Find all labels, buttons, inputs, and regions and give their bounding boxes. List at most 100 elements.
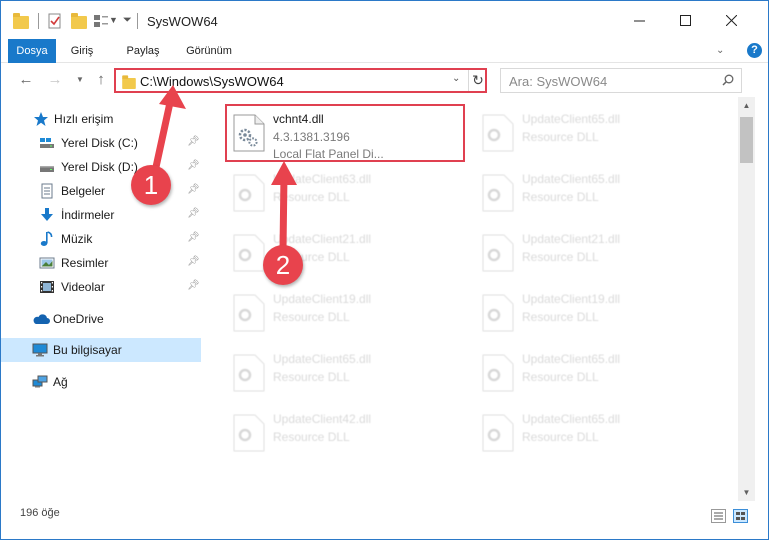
nav-label: Yerel Disk (C:): [61, 136, 138, 150]
tab-home[interactable]: Giriş: [63, 39, 101, 63]
pin-icon[interactable]: 📌︎: [187, 208, 200, 219]
nav-item-drive-d[interactable]: Yerel Disk (D:) 📌︎: [1, 155, 201, 179]
nav-item-videos[interactable]: Videolar 📌︎: [1, 275, 201, 299]
view-options-icon[interactable]: [93, 13, 109, 29]
chevron-down-icon[interactable]: ⌄: [452, 73, 460, 84]
file-item[interactable]: UpdateClient65.dll Resource DLL: [225, 342, 463, 402]
nav-label: Müzik: [61, 232, 93, 246]
downloads-icon: [39, 207, 55, 223]
pin-icon[interactable]: 📌︎: [187, 184, 200, 195]
file-item[interactable]: UpdateClient21.dll Resource DLL: [474, 222, 712, 282]
address-bar[interactable]: C:\Windows\SysWOW64 ⌄ ↻: [114, 68, 487, 93]
pin-icon[interactable]: 📌︎: [187, 256, 200, 267]
nav-item-drive-c[interactable]: Yerel Disk (C:) 📌︎: [1, 131, 201, 155]
up-arrow-icon[interactable]: ↑: [92, 71, 110, 89]
forward-arrow-icon[interactable]: →: [46, 71, 64, 89]
nav-label: Videolar: [61, 280, 105, 294]
tiles-view-icon[interactable]: [733, 509, 748, 523]
file-type: Resource DLL: [273, 310, 350, 324]
dll-file-icon: [481, 114, 515, 152]
title-bar: ▼ ⏷ SysWOW64: [1, 1, 768, 39]
file-item[interactable]: UpdateClient65.dll Resource DLL: [474, 102, 712, 162]
file-name: UpdateClient21.dll: [522, 232, 621, 246]
highlight-frame: [225, 104, 465, 162]
file-list: vchnt4.dll 4.3.1381.3196 Local Flat Pane…: [206, 97, 739, 501]
nav-item-documents[interactable]: Belgeler 📌︎: [1, 179, 201, 203]
dll-file-icon: [481, 174, 515, 212]
properties-icon[interactable]: [47, 13, 63, 29]
file-name: UpdateClient65.dll: [522, 352, 621, 366]
file-item[interactable]: UpdateClient65.dll Resource DLL: [474, 342, 712, 402]
tab-file[interactable]: Dosya: [8, 39, 56, 63]
ribbon-tabs: Dosya Giriş Paylaş Görünüm ⌄ ?: [1, 39, 768, 63]
nav-item-music[interactable]: Müzik 📌︎: [1, 227, 201, 251]
file-item[interactable]: UpdateClient63.dll Resource DLL: [225, 162, 463, 222]
pin-icon[interactable]: 📌︎: [187, 136, 200, 147]
file-item[interactable]: UpdateClient19.dll Resource DLL: [225, 282, 463, 342]
tab-view[interactable]: Görünüm: [181, 39, 237, 63]
maximize-button[interactable]: [662, 1, 708, 39]
expand-ribbon-icon[interactable]: ⌄: [716, 45, 724, 56]
computer-icon: [32, 342, 48, 358]
file-name: UpdateClient63.dll: [273, 172, 372, 186]
file-name: UpdateClient65.dll: [273, 352, 372, 366]
details-view-icon[interactable]: [711, 509, 726, 523]
tab-share[interactable]: Paylaş: [119, 39, 167, 63]
minimize-button[interactable]: [616, 1, 662, 39]
file-name: UpdateClient19.dll: [522, 292, 621, 306]
explorer-window: ▼ ⏷ SysWOW64 Dosya Giriş Paylaş Görünüm …: [0, 0, 769, 540]
file-type: Resource DLL: [522, 370, 599, 384]
dll-file-icon: [481, 294, 515, 332]
file-item[interactable]: UpdateClient21.dll Resource DLL: [225, 222, 463, 282]
file-type: Resource DLL: [522, 310, 599, 324]
step1-badge: 1: [131, 165, 171, 205]
file-type: Resource DLL: [273, 370, 350, 384]
videos-icon: [39, 279, 55, 295]
scroll-up-icon[interactable]: ▲: [738, 97, 755, 114]
pictures-icon: [39, 255, 55, 271]
nav-item-onedrive[interactable]: OneDrive: [1, 307, 201, 331]
file-name: UpdateClient65.dll: [522, 412, 621, 426]
nav-item-quick-access[interactable]: Hızlı erişim: [1, 107, 201, 131]
file-name: UpdateClient21.dll: [273, 232, 372, 246]
file-type: Resource DLL: [522, 130, 599, 144]
file-name: UpdateClient42.dll: [273, 412, 372, 426]
nav-item-this-pc[interactable]: Bu bilgisayar: [1, 338, 201, 362]
drive-icon: [39, 159, 55, 175]
dll-file-icon: [232, 234, 266, 272]
file-item[interactable]: UpdateClient65.dll Resource DLL: [474, 402, 712, 462]
nav-item-network[interactable]: Ağ: [1, 370, 201, 394]
dll-file-icon: [481, 234, 515, 272]
recent-locations-icon[interactable]: ▼: [71, 71, 89, 89]
window-title: SysWOW64: [147, 14, 218, 29]
scroll-thumb[interactable]: [740, 117, 753, 163]
nav-label: OneDrive: [53, 312, 104, 326]
pin-icon[interactable]: 📌︎: [187, 280, 200, 291]
file-item[interactable]: UpdateClient19.dll Resource DLL: [474, 282, 712, 342]
scroll-down-icon[interactable]: ▼: [738, 484, 755, 501]
help-icon[interactable]: ?: [747, 43, 762, 58]
new-folder-icon[interactable]: [71, 13, 87, 29]
nav-label: Bu bilgisayar: [53, 343, 122, 357]
address-row: ← → ▼ ↑ C:\Windows\SysWOW64 ⌄ ↻ Ara: Sys…: [1, 63, 768, 97]
nav-item-pictures[interactable]: Resimler 📌︎: [1, 251, 201, 275]
close-button[interactable]: [708, 1, 754, 39]
documents-icon: [39, 183, 55, 199]
vertical-scrollbar[interactable]: ▲ ▼: [738, 97, 755, 501]
refresh-icon[interactable]: ↻: [468, 70, 487, 91]
drive-icon: [39, 135, 55, 151]
nav-label: Ağ: [53, 375, 68, 389]
pin-icon[interactable]: 📌︎: [187, 160, 200, 171]
folder-icon: [122, 75, 136, 90]
nav-item-downloads[interactable]: İndirmeler 📌︎: [1, 203, 201, 227]
file-item[interactable]: UpdateClient65.dll Resource DLL: [474, 162, 712, 222]
address-path[interactable]: C:\Windows\SysWOW64: [140, 74, 284, 89]
back-arrow-icon[interactable]: ←: [17, 71, 35, 89]
pin-icon[interactable]: 📌︎: [187, 232, 200, 243]
search-icon[interactable]: [722, 74, 734, 86]
file-item[interactable]: UpdateClient42.dll Resource DLL: [225, 402, 463, 462]
file-type: Resource DLL: [522, 430, 599, 444]
nav-label: Resimler: [61, 256, 109, 270]
search-input[interactable]: Ara: SysWOW64: [500, 68, 742, 93]
dll-file-icon: [232, 294, 266, 332]
